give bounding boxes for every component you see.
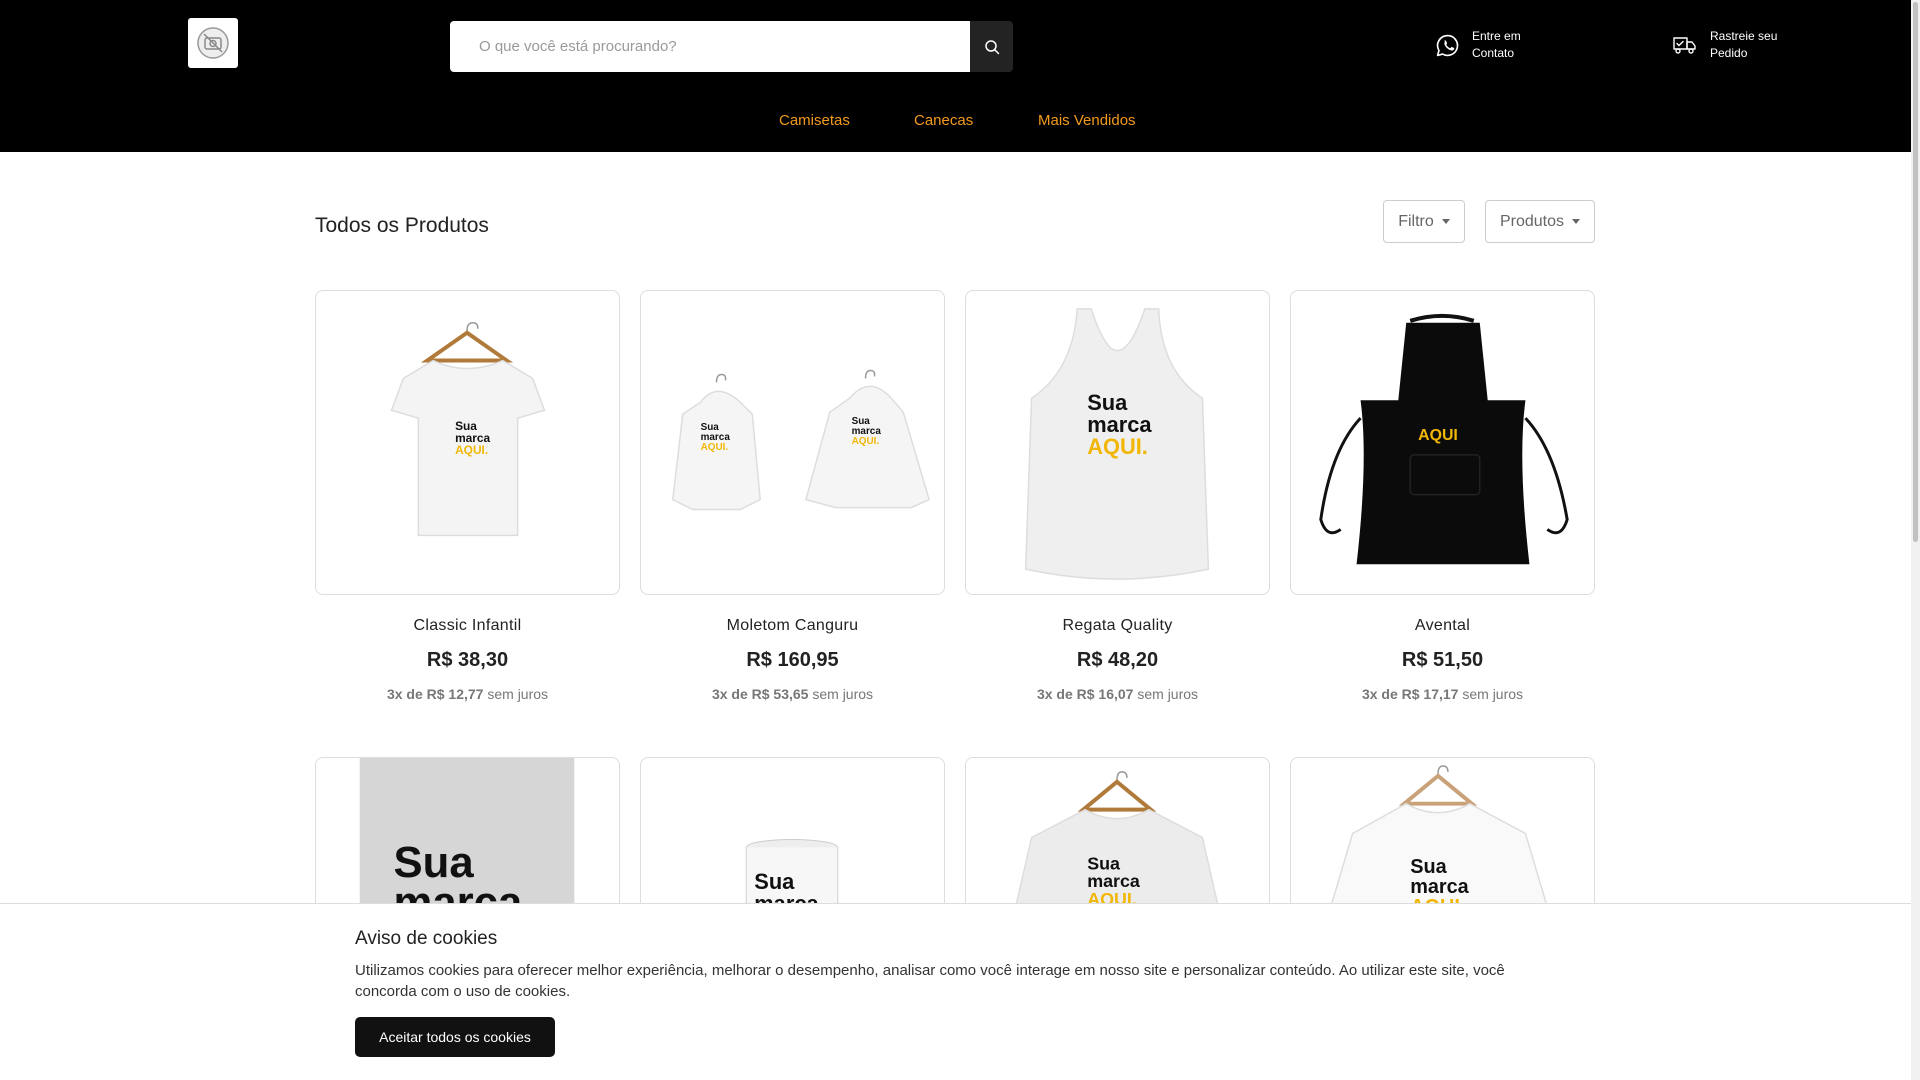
track-order-link[interactable]: Rastreie seu Pedido: [1672, 28, 1780, 62]
accept-cookies-button[interactable]: Aceitar todos os cookies: [355, 1017, 555, 1057]
products-dropdown[interactable]: Produtos: [1485, 200, 1595, 243]
product-price: R$ 51,50: [1401, 649, 1484, 671]
caret-down-icon: [1441, 219, 1450, 224]
product-name[interactable]: Moletom Canguru: [640, 617, 945, 635]
product-installments: 3x de R$ 53,65 sem juros: [640, 686, 945, 702]
site-header: Entre em Contato Rastreie seu Pedido Cam…: [0, 0, 1911, 152]
installment-note: sem juros: [483, 686, 549, 702]
product-name[interactable]: Avental: [1290, 617, 1595, 635]
store-logo[interactable]: [188, 18, 238, 68]
installment-value: 3x de R$ 17,17: [1361, 686, 1459, 702]
track-order-label: Rastreie seu Pedido: [1710, 28, 1780, 62]
product-installments: 3x de R$ 12,77 sem juros: [315, 686, 620, 702]
installment-value: 3x de R$ 12,77: [386, 686, 484, 702]
product-card: Sua marca AQUI. Classic Infantil R$ 38,3…: [315, 290, 620, 702]
search-input[interactable]: [450, 21, 970, 72]
product-image[interactable]: Sua marca AQUI. Sua marca AQUI.: [640, 290, 945, 595]
cookie-title: Aviso de cookies: [355, 928, 498, 949]
product-price: R$ 160,95: [746, 649, 839, 671]
product-card: AQUI Avental R$ 51,50 3x de R$ 17,17 sem…: [1290, 290, 1595, 702]
product-image[interactable]: Sua marca AQUI.: [965, 290, 1270, 595]
whatsapp-icon: [1436, 34, 1459, 56]
page-scrollbar[interactable]: [1911, 0, 1920, 1080]
product-name[interactable]: Regata Quality: [965, 617, 1270, 635]
page-title: Todos os Produtos: [315, 214, 489, 237]
products-dropdown-label: Produtos: [1499, 212, 1565, 230]
scrollbar-thumb[interactable]: [1913, 2, 1918, 542]
cookie-text: Utilizamos cookies para oferecer melhor …: [355, 962, 1505, 1000]
apron-image: AQUI: [1319, 313, 1569, 565]
installment-value: 3x de R$ 53,65: [711, 686, 809, 702]
nav-item-mais-vendidos[interactable]: Mais Vendidos: [1038, 112, 1136, 129]
product-card: Sua marca AQUI. Sua marca AQUI. Moletom …: [640, 290, 945, 702]
tank-top-image: Sua marca AQUI.: [1024, 308, 1210, 580]
cookie-notice: Aviso de cookies Utilizamos cookies para…: [0, 903, 1911, 1080]
product-price: R$ 48,20: [1076, 649, 1159, 671]
product-image[interactable]: AQUI: [1290, 290, 1595, 595]
contact-link[interactable]: Entre em Contato: [1435, 28, 1542, 62]
mockup-text: AQUI.: [701, 442, 729, 453]
product-image[interactable]: Sua marca AQUI.: [315, 290, 620, 595]
mockup-text: Sua: [1410, 856, 1447, 878]
mockup-text: AQUI.: [852, 436, 880, 447]
track-line1: Rastreie seu: [1710, 29, 1778, 43]
contact-label: Entre em Contato: [1472, 28, 1542, 62]
track-line2: Pedido: [1710, 46, 1748, 60]
product-card: Sua marca AQUI. Regata Quality R$ 48,20 …: [965, 290, 1270, 702]
nav-item-camisetas[interactable]: Camisetas: [779, 112, 850, 129]
installment-note: sem juros: [1133, 686, 1199, 702]
mockup-text: AQUI.: [455, 443, 488, 457]
caret-down-icon: [1572, 219, 1581, 224]
search-bar: [450, 21, 1013, 72]
filter-dropdown-label: Filtro: [1398, 212, 1434, 230]
category-nav: Camisetas Canecas Mais Vendidos: [0, 112, 1911, 134]
hoodie-image: Sua marca AQUI. Sua marca AQUI.: [671, 369, 930, 511]
search-icon: [984, 39, 999, 54]
product-name[interactable]: Classic Infantil: [315, 617, 620, 635]
product-price: R$ 38,30: [426, 649, 509, 671]
installment-note: sem juros: [1458, 686, 1524, 702]
delivery-truck-icon: [1673, 37, 1696, 54]
kids-tshirt-image: Sua marca AQUI.: [390, 322, 546, 537]
search-button[interactable]: [970, 21, 1013, 72]
mockup-text: AQUI.: [1087, 434, 1148, 459]
filter-dropdown[interactable]: Filtro: [1383, 200, 1465, 243]
installment-value: 3x de R$ 16,07: [1036, 686, 1134, 702]
mockup-text: AQUI: [1418, 427, 1458, 444]
nav-item-canecas[interactable]: Canecas: [914, 112, 973, 129]
contact-line1: Entre em: [1472, 29, 1521, 43]
mockup-text: marca: [1410, 876, 1469, 898]
contact-line2: Contato: [1472, 46, 1515, 60]
product-installments: 3x de R$ 17,17 sem juros: [1290, 686, 1595, 702]
no-image-icon: [197, 27, 229, 59]
product-installments: 3x de R$ 16,07 sem juros: [965, 686, 1270, 702]
installment-note: sem juros: [808, 686, 874, 702]
page: Entre em Contato Rastreie seu Pedido Cam…: [0, 0, 1920, 1080]
